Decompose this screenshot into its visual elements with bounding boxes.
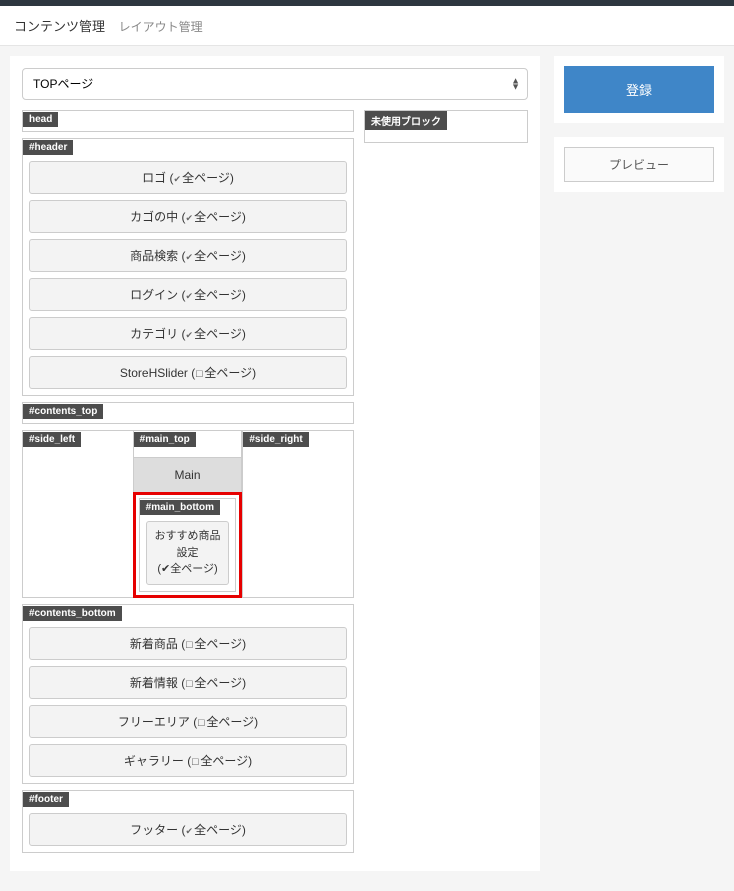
block-item[interactable]: ロゴ (✔全ページ) bbox=[29, 161, 347, 194]
check-icon: ☐ bbox=[191, 757, 199, 767]
block-item[interactable]: カゴの中 (✔全ページ) bbox=[29, 200, 347, 233]
check-icon: ☐ bbox=[197, 718, 205, 728]
breadcrumb-main: コンテンツ管理 bbox=[14, 19, 105, 34]
check-icon: ☐ bbox=[185, 640, 193, 650]
zone-label-main-bottom: #main_bottom bbox=[140, 500, 220, 515]
zone-contents-top[interactable]: #contents_top bbox=[22, 402, 354, 424]
footer-blocks: フッター (✔全ページ) bbox=[23, 807, 353, 852]
preview-button[interactable]: プレビュー bbox=[564, 147, 714, 182]
zone-side-right[interactable]: #side_right bbox=[242, 430, 354, 598]
zone-unused[interactable]: 未使用ブロック bbox=[364, 110, 528, 143]
register-button[interactable]: 登録 bbox=[564, 66, 714, 113]
zone-label-side-right: #side_right bbox=[243, 432, 308, 447]
zone-label-unused: 未使用ブロック bbox=[365, 111, 447, 130]
zone-label-head: head bbox=[23, 112, 58, 127]
header-blocks: ロゴ (✔全ページ) カゴの中 (✔全ページ) 商品検索 (✔全ページ) ログイン (… bbox=[23, 155, 353, 395]
check-icon: ✔ bbox=[186, 330, 194, 340]
zone-main-bottom[interactable]: #main_bottom おすすめ商品設定 (✔全ページ) bbox=[139, 498, 237, 592]
zone-label-contents-top: #contents_top bbox=[23, 404, 103, 419]
check-icon: ✔ bbox=[161, 563, 170, 575]
block-item[interactable]: ギャラリー (☐全ページ) bbox=[29, 744, 347, 777]
block-recommend[interactable]: おすすめ商品設定 (✔全ページ) bbox=[146, 521, 230, 585]
contents-bottom-blocks: 新着商品 (☐全ページ) 新着情報 (☐全ページ) フリーエリア (☐全ページ) ギャ… bbox=[23, 621, 353, 783]
block-item[interactable]: 新着商品 (☐全ページ) bbox=[29, 627, 347, 660]
zone-header[interactable]: #header ロゴ (✔全ページ) カゴの中 (✔全ページ) 商品検索 (✔全ペー… bbox=[22, 138, 354, 396]
zone-side-left[interactable]: #side_left bbox=[22, 430, 133, 598]
check-icon: ✔ bbox=[186, 826, 194, 836]
zone-head[interactable]: head bbox=[22, 110, 354, 132]
check-icon: ✔ bbox=[174, 174, 182, 184]
check-icon: ✔ bbox=[186, 213, 194, 223]
zone-main-top[interactable]: #main_top bbox=[133, 430, 243, 457]
check-icon: ✔ bbox=[186, 291, 194, 301]
check-icon: ☐ bbox=[185, 679, 193, 689]
page-select[interactable]: TOPページ bbox=[22, 68, 528, 100]
block-item[interactable]: フリーエリア (☐全ページ) bbox=[29, 705, 347, 738]
breadcrumb-sub: レイアウト管理 bbox=[119, 20, 203, 34]
zone-label-header: #header bbox=[23, 140, 73, 155]
block-item[interactable]: 商品検索 (✔全ページ) bbox=[29, 239, 347, 272]
block-item[interactable]: ログイン (✔全ページ) bbox=[29, 278, 347, 311]
zone-contents-bottom[interactable]: #contents_bottom 新着商品 (☐全ページ) 新着情報 (☐全ページ… bbox=[22, 604, 354, 784]
layout-editor: TOPページ ▲▼ head #header ロゴ (✔全ページ)カゴの中 (✔… bbox=[10, 56, 540, 871]
zone-label-footer: #footer bbox=[23, 792, 69, 807]
check-icon: ☐ bbox=[195, 369, 203, 379]
zone-label-side-left: #side_left bbox=[23, 432, 81, 447]
block-item[interactable]: 新着情報 (☐全ページ) bbox=[29, 666, 347, 699]
block-item[interactable]: StoreHSlider (☐全ページ) bbox=[29, 356, 347, 389]
zone-footer[interactable]: #footer フッター (✔全ページ) bbox=[22, 790, 354, 853]
zone-label-main-top: #main_top bbox=[134, 432, 196, 447]
zone-label-contents-bottom: #contents_bottom bbox=[23, 606, 122, 621]
block-item[interactable]: フッター (✔全ページ) bbox=[29, 813, 347, 846]
zone-main: Main bbox=[133, 457, 243, 492]
breadcrumb: コンテンツ管理 レイアウト管理 bbox=[0, 6, 734, 46]
highlight-box: #main_bottom おすすめ商品設定 (✔全ページ) bbox=[133, 492, 243, 598]
check-icon: ✔ bbox=[186, 252, 194, 262]
block-item[interactable]: カテゴリ (✔全ページ) bbox=[29, 317, 347, 350]
main-block: Main bbox=[134, 458, 242, 492]
